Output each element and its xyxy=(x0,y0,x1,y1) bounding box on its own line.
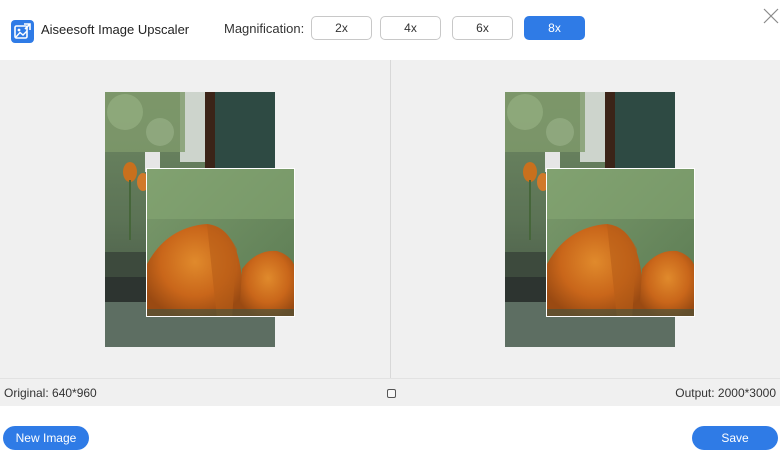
magnification-2x-button[interactable]: 2x xyxy=(311,16,372,40)
magnification-label: Magnification: xyxy=(224,21,305,36)
preview-area xyxy=(0,60,780,378)
original-resolution: Original: 640*960 xyxy=(4,386,97,400)
new-image-button[interactable]: New Image xyxy=(3,426,89,450)
magnification-4x-button[interactable]: 4x xyxy=(380,16,441,40)
square-handle-icon[interactable] xyxy=(387,389,396,398)
footer: New Image Save xyxy=(0,406,780,466)
info-bar: Original: 640*960 Output: 2000*3000 xyxy=(0,378,780,406)
magnification-6x-button[interactable]: 6x xyxy=(452,16,513,40)
app-title: Aiseesoft Image Upscaler xyxy=(41,22,190,37)
output-zoom-view[interactable] xyxy=(546,168,695,317)
original-zoom-view[interactable] xyxy=(146,168,295,317)
output-resolution: Output: 2000*3000 xyxy=(675,386,776,400)
magnification-8x-button[interactable]: 8x xyxy=(524,16,585,40)
image-upscale-icon xyxy=(11,20,34,43)
close-icon[interactable] xyxy=(763,8,780,26)
output-preview xyxy=(391,60,780,378)
save-button[interactable]: Save xyxy=(692,426,778,450)
original-preview xyxy=(0,60,390,378)
app-header: Aiseesoft Image Upscaler Magnification: … xyxy=(0,0,780,60)
